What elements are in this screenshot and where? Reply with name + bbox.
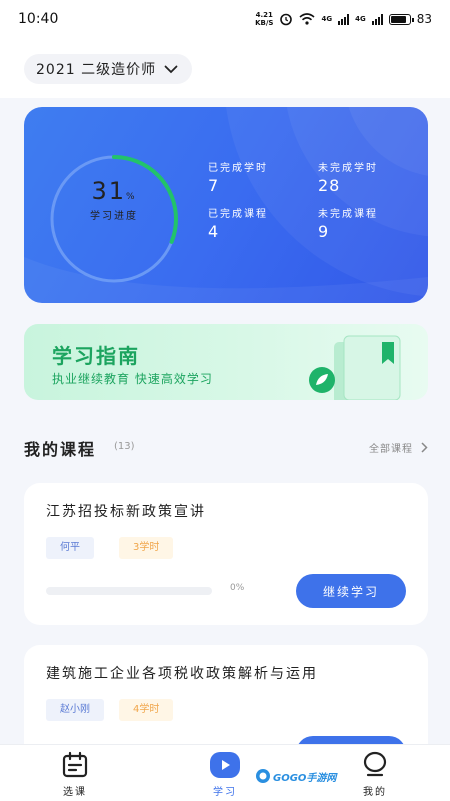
play-icon (210, 752, 240, 778)
status-time: 10:40 (18, 11, 59, 27)
chevron-right-icon (421, 442, 428, 453)
continue-learning-button[interactable]: 继续学习 (296, 574, 406, 608)
tab-study[interactable]: 学习 (185, 745, 265, 801)
battery-level: 83 (416, 12, 432, 26)
progress-percent: 31% (91, 177, 137, 205)
network-speed: 4.21 KB/S (255, 11, 274, 27)
header: 2021 二级造价师 (0, 38, 450, 98)
stat-completed-courses: 已完成课程 4 (208, 209, 268, 241)
course-progress-label: 0% (230, 583, 245, 593)
status-icons: 4.21 KB/S 4G 4G 83 (255, 11, 432, 27)
course-count: (13) (114, 441, 135, 452)
bottom-tab-bar: 选课 学习 我的 (0, 744, 450, 801)
all-courses-link[interactable]: 全部课程 (369, 440, 428, 455)
chevron-down-icon (164, 65, 178, 73)
my-courses-header: 我的课程 (13) 全部课程 (24, 436, 428, 459)
guide-subtitle: 执业继续教育 快速高效学习 (52, 372, 213, 386)
hours-tag: 3学时 (119, 537, 174, 559)
stat-uncompleted-hours: 未完成学时 28 (318, 163, 378, 195)
progress-label: 学习进度 (90, 211, 138, 222)
alarm-icon (280, 13, 293, 26)
course-title: 江苏招投标新政策宣讲 (46, 504, 206, 520)
teacher-tag: 何平 (46, 537, 94, 559)
guide-title: 学习指南 (52, 344, 140, 368)
profile-icon (363, 751, 387, 777)
progress-ring: 31% 学习进度 (46, 151, 182, 287)
battery-icon (388, 13, 414, 25)
course-progress-bar (46, 587, 212, 595)
status-bar: 10:40 4.21 KB/S 4G 4G 83 (0, 0, 450, 38)
signal-icon-2 (371, 13, 383, 25)
study-guide-banner[interactable]: 学习指南 执业继续教育 快速高效学习 (24, 324, 428, 400)
section-title: 我的课程 (24, 440, 97, 459)
watermark-logo-icon (256, 769, 270, 783)
course-card[interactable]: 江苏招投标新政策宣讲 何平 3学时 0% 继续学习 (24, 483, 428, 625)
progress-card: 31% 学习进度 已完成学时 7 未完成学时 28 已完成课程 4 未完成课程 … (24, 107, 428, 303)
exam-selector-label: 2021 二级造价师 (36, 62, 157, 78)
hours-tag: 4学时 (119, 699, 174, 721)
tab-course-selection[interactable]: 选课 (35, 745, 115, 801)
wifi-icon (299, 13, 315, 25)
book-illustration-icon (309, 335, 401, 400)
stat-uncompleted-courses: 未完成课程 9 (318, 209, 378, 241)
network-type-2: 4G (355, 15, 366, 23)
tab-profile[interactable]: 我的 (335, 745, 415, 801)
signal-icon (338, 13, 350, 25)
stat-completed-hours: 已完成学时 7 (208, 163, 268, 195)
watermark: GOGO手游网 (255, 768, 336, 784)
calendar-icon (62, 751, 88, 778)
course-title: 建筑施工企业各项税收政策解析与运用 (46, 666, 318, 682)
network-type-1: 4G (321, 15, 333, 23)
teacher-tag: 赵小刚 (46, 699, 104, 721)
exam-selector[interactable]: 2021 二级造价师 (24, 54, 193, 84)
